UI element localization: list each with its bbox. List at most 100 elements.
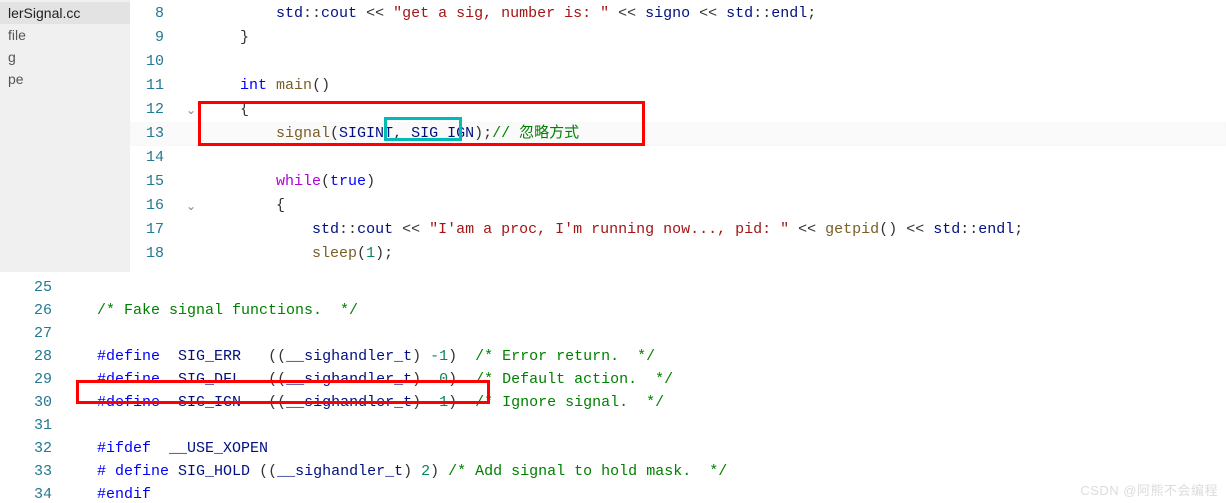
code-row[interactable]: 32 #ifdef __USE_XOPEN [0, 437, 1226, 460]
line-number: 18 [130, 242, 186, 266]
code-line[interactable]: /* Fake signal functions. */ [70, 299, 1226, 322]
line-number: 8 [130, 2, 186, 26]
code-line[interactable]: } [204, 26, 1226, 50]
code-token: ; [807, 5, 816, 22]
code-row[interactable]: 31 [0, 414, 1226, 437]
code-token: while [276, 173, 321, 190]
code-row[interactable]: 25 [0, 276, 1226, 299]
code-line[interactable]: #endif [70, 483, 1226, 503]
code-line[interactable] [204, 50, 1226, 74]
code-token: 2 [421, 463, 430, 480]
code-line[interactable]: #ifdef __USE_XOPEN [70, 437, 1226, 460]
code-line[interactable]: sleep(1); [204, 242, 1226, 266]
line-number: 15 [130, 170, 186, 194]
code-row[interactable]: 17 std::cout << "I'am a proc, I'm runnin… [130, 218, 1226, 242]
code-token: __USE_XOPEN [169, 440, 268, 457]
code-token: (( [241, 394, 286, 411]
code-editor-upper[interactable]: 8 std::cout << "get a sig, number is: " … [130, 0, 1226, 272]
code-token: # define [97, 463, 169, 480]
code-token: true [330, 173, 366, 190]
code-token: 1 [366, 245, 375, 262]
line-number: 17 [130, 218, 186, 242]
code-line[interactable]: #define SIG_IGN ((__sighandler_t) 1) /* … [70, 391, 1226, 414]
code-line[interactable]: signal(SIGINT, SIG_IGN);// 忽略方式 [204, 122, 1226, 146]
code-row[interactable]: 30 #define SIG_IGN ((__sighandler_t) 1) … [0, 391, 1226, 414]
code-row[interactable]: 27 [0, 322, 1226, 345]
code-row[interactable]: 18 sleep(1); [130, 242, 1226, 266]
line-number: 30 [0, 391, 70, 414]
code-line[interactable]: int main() [204, 74, 1226, 98]
code-row[interactable]: 12⌄ { [130, 98, 1226, 122]
code-line[interactable]: while(true) [204, 170, 1226, 194]
code-row[interactable]: 15 while(true) [130, 170, 1226, 194]
code-row[interactable]: 33 # define SIG_HOLD ((__sighandler_t) 2… [0, 460, 1226, 483]
code-token: /* Add signal to hold mask. */ [448, 463, 727, 480]
code-row[interactable]: 10 [130, 50, 1226, 74]
code-token: ) [375, 245, 384, 262]
code-row[interactable]: 14 [130, 146, 1226, 170]
sidebar-item-0[interactable]: lerSignal.cc [0, 2, 130, 24]
chevron-down-icon[interactable]: ⌄ [186, 200, 196, 214]
line-number: 34 [0, 483, 70, 503]
code-token [151, 440, 169, 457]
code-row[interactable]: 16⌄ { [130, 194, 1226, 218]
code-token [160, 348, 178, 365]
code-token: ) [403, 463, 421, 480]
code-line[interactable] [70, 414, 1226, 437]
code-token: 1 [439, 394, 448, 411]
code-token: ) [448, 394, 475, 411]
chevron-down-icon[interactable]: ⌄ [186, 104, 196, 118]
code-token: ) [412, 394, 439, 411]
code-line[interactable]: { [204, 98, 1226, 122]
code-token: __sighandler_t [286, 394, 412, 411]
line-number: 32 [0, 437, 70, 460]
code-token: SIG_HOLD [178, 463, 250, 480]
code-row[interactable]: 29 #define SIG_DFL ((__sighandler_t) 0) … [0, 368, 1226, 391]
code-line[interactable]: std::cout << "get a sig, number is: " <<… [204, 2, 1226, 26]
code-editor-lower[interactable]: 25 26 /* Fake signal functions. */27 28 … [0, 272, 1226, 503]
fold-gutter[interactable]: ⌄ [186, 98, 204, 122]
sidebar-item-2[interactable]: g [0, 46, 130, 68]
code-token: "I'am a proc, I'm running now..., pid: " [429, 221, 789, 238]
code-token: /* Ignore signal. */ [475, 394, 664, 411]
code-line[interactable]: { [204, 194, 1226, 218]
line-number: 27 [0, 322, 70, 345]
line-number: 13 [130, 122, 186, 146]
code-token: SIG_IGN [411, 125, 474, 142]
code-token: { [276, 197, 285, 214]
code-row[interactable]: 9 } [130, 26, 1226, 50]
code-row[interactable]: 8 std::cout << "get a sig, number is: " … [130, 2, 1226, 26]
code-row[interactable]: 34 #endif [0, 483, 1226, 503]
code-token: << [897, 221, 933, 238]
code-token: :: [960, 221, 978, 238]
code-token: __sighandler_t [277, 463, 403, 480]
code-token: main [276, 77, 312, 94]
code-line[interactable] [204, 146, 1226, 170]
code-token: << [357, 5, 393, 22]
code-line[interactable]: # define SIG_HOLD ((__sighandler_t) 2) /… [70, 460, 1226, 483]
code-row[interactable]: 13 signal(SIGINT, SIG_IGN);// 忽略方式 [130, 122, 1226, 146]
code-line[interactable]: #define SIG_DFL ((__sighandler_t) 0) /* … [70, 368, 1226, 391]
code-row[interactable]: 11 int main() [130, 74, 1226, 98]
code-token: #define [97, 394, 160, 411]
code-token: << [789, 221, 825, 238]
fold-gutter[interactable]: ⌄ [186, 194, 204, 218]
sidebar-item-3[interactable]: pe [0, 68, 130, 90]
line-number: 12 [130, 98, 186, 122]
line-number: 16 [130, 194, 186, 218]
code-line[interactable]: #define SIG_ERR ((__sighandler_t) -1) /*… [70, 345, 1226, 368]
code-token: :: [753, 5, 771, 22]
code-token: __sighandler_t [286, 348, 412, 365]
code-row[interactable]: 26 /* Fake signal functions. */ [0, 299, 1226, 322]
code-token: :: [339, 221, 357, 238]
sidebar-item-1[interactable]: file [0, 24, 130, 46]
code-row[interactable]: 28 #define SIG_ERR ((__sighandler_t) -1)… [0, 345, 1226, 368]
code-line[interactable]: std::cout << "I'am a proc, I'm running n… [204, 218, 1226, 242]
line-number: 29 [0, 368, 70, 391]
code-line[interactable] [70, 276, 1226, 299]
line-number: 25 [0, 276, 70, 299]
code-token: ) [448, 371, 475, 388]
code-line[interactable] [70, 322, 1226, 345]
code-token: /* Fake signal functions. */ [97, 302, 358, 319]
code-token: ) [474, 125, 483, 142]
